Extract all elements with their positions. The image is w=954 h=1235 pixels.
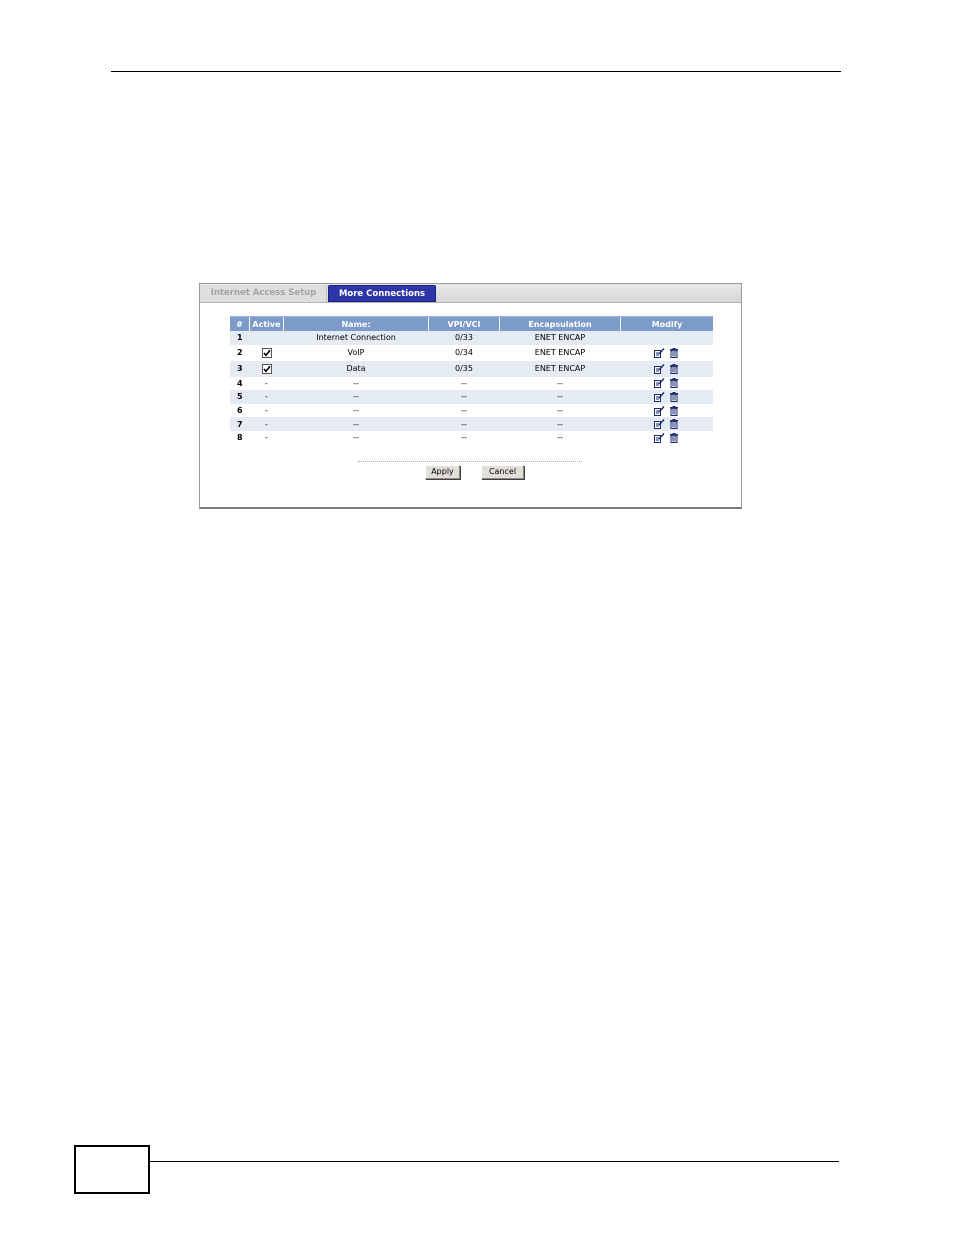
edit-icon[interactable] — [653, 378, 665, 389]
row-vpivci: 0/35 — [428, 360, 500, 377]
row-vpivci: -- — [461, 406, 467, 416]
table-row: 7- -- -- -- — [230, 417, 713, 431]
row-number: 8 — [236, 433, 243, 443]
row-active — [249, 360, 284, 377]
delete-icon[interactable] — [669, 347, 680, 358]
col-header-encapsulation: Encapsulation — [499, 316, 621, 331]
table-row: 5- -- -- -- — [230, 390, 713, 404]
button-divider — [358, 461, 582, 462]
table-row: 1 Internet Connection 0/33 ENET ENCAP — [230, 331, 713, 345]
row-number: 2 — [236, 348, 243, 358]
row-modify — [621, 345, 714, 361]
row-number: 5 — [230, 390, 250, 404]
row-modify — [620, 360, 713, 377]
row-vpivci: -- — [428, 390, 500, 404]
row-name: -- — [353, 406, 359, 416]
row-vpivci: -- — [461, 433, 467, 443]
table-row: 3 Data 0/35 ENET ENCAP — [230, 360, 713, 377]
row-number: 4 — [236, 378, 243, 388]
edit-icon[interactable] — [653, 432, 665, 443]
row-encapsulation: -- — [499, 417, 621, 431]
row-name: VoIP — [347, 348, 365, 358]
row-encapsulation: ENET ENCAP — [499, 360, 621, 377]
edit-icon[interactable] — [653, 405, 665, 416]
row-encapsulation: -- — [557, 378, 563, 388]
row-name: Data — [283, 360, 429, 377]
row-vpivci: -- — [428, 417, 500, 431]
delete-icon[interactable] — [669, 419, 680, 430]
row-number: 3 — [230, 360, 250, 377]
row-number: 1 — [230, 331, 250, 345]
row-active — [250, 345, 284, 361]
edit-icon[interactable] — [653, 363, 665, 374]
row-modify — [621, 431, 714, 445]
table-row: 4- -- -- -- — [230, 377, 713, 391]
table-row: 2 VoIP 0/34 ENET ENCAP — [230, 345, 713, 361]
edit-icon[interactable] — [653, 419, 665, 430]
delete-icon[interactable] — [669, 378, 680, 389]
edit-icon[interactable] — [653, 347, 665, 358]
edit-icon[interactable] — [653, 392, 665, 402]
cancel-button[interactable]: Cancel — [481, 465, 524, 479]
table-row: 8- -- -- -- — [230, 431, 713, 445]
row-active: - — [265, 406, 268, 416]
table-row: 6- -- -- -- — [230, 404, 713, 418]
row-active: - — [265, 433, 268, 443]
row-number: 7 — [230, 417, 250, 431]
delete-icon[interactable] — [669, 405, 680, 416]
delete-icon[interactable] — [669, 363, 680, 374]
row-encapsulation: ENET ENCAP — [499, 331, 621, 345]
col-header-name: Name: — [283, 316, 429, 331]
header-rule — [111, 71, 841, 72]
row-encapsulation: -- — [499, 390, 621, 404]
tab-more-connections[interactable]: More Connections — [328, 285, 436, 302]
row-encapsulation: ENET ENCAP — [534, 348, 586, 358]
footer-rule — [150, 1161, 839, 1162]
row-name: Internet Connection — [283, 331, 429, 345]
tab-internet-access-setup[interactable]: Internet Access Setup — [201, 285, 327, 302]
row-encapsulation: -- — [557, 433, 563, 443]
col-header-vpivci: VPI/VCI — [428, 316, 500, 331]
row-modify — [621, 377, 714, 391]
connections-table: # Active Name: VPI/VCI Encapsulation Mod… — [230, 316, 713, 445]
table-header-row: # Active Name: VPI/VCI Encapsulation Mod… — [230, 316, 713, 331]
row-vpivci: 0/34 — [455, 348, 473, 358]
row-active — [249, 331, 284, 345]
col-header-modify: Modify — [620, 316, 713, 331]
active-checkbox[interactable] — [261, 347, 272, 358]
row-vpivci: 0/33 — [428, 331, 500, 345]
row-active: - — [249, 390, 284, 404]
row-active: - — [249, 417, 284, 431]
row-number: 6 — [236, 406, 243, 416]
row-name: -- — [283, 390, 429, 404]
row-active: - — [265, 378, 268, 388]
row-encapsulation: -- — [557, 406, 563, 416]
row-modify — [620, 417, 713, 431]
row-modify — [620, 331, 713, 345]
delete-icon[interactable] — [669, 432, 680, 443]
row-modify — [620, 390, 713, 404]
row-name: -- — [353, 378, 359, 388]
more-connections-panel: Internet Access Setup More Connections #… — [199, 283, 742, 509]
col-header-active: Active — [249, 316, 284, 331]
tab-bar: Internet Access Setup More Connections — [200, 284, 741, 303]
col-header-number: # — [230, 316, 250, 331]
delete-icon[interactable] — [669, 391, 680, 402]
active-checkbox[interactable] — [261, 363, 272, 374]
row-modify — [621, 404, 714, 418]
row-name: -- — [353, 433, 359, 443]
row-name: -- — [283, 417, 429, 431]
apply-button[interactable]: Apply — [425, 465, 460, 479]
row-vpivci: -- — [461, 378, 467, 388]
page-number-box — [74, 1145, 150, 1194]
